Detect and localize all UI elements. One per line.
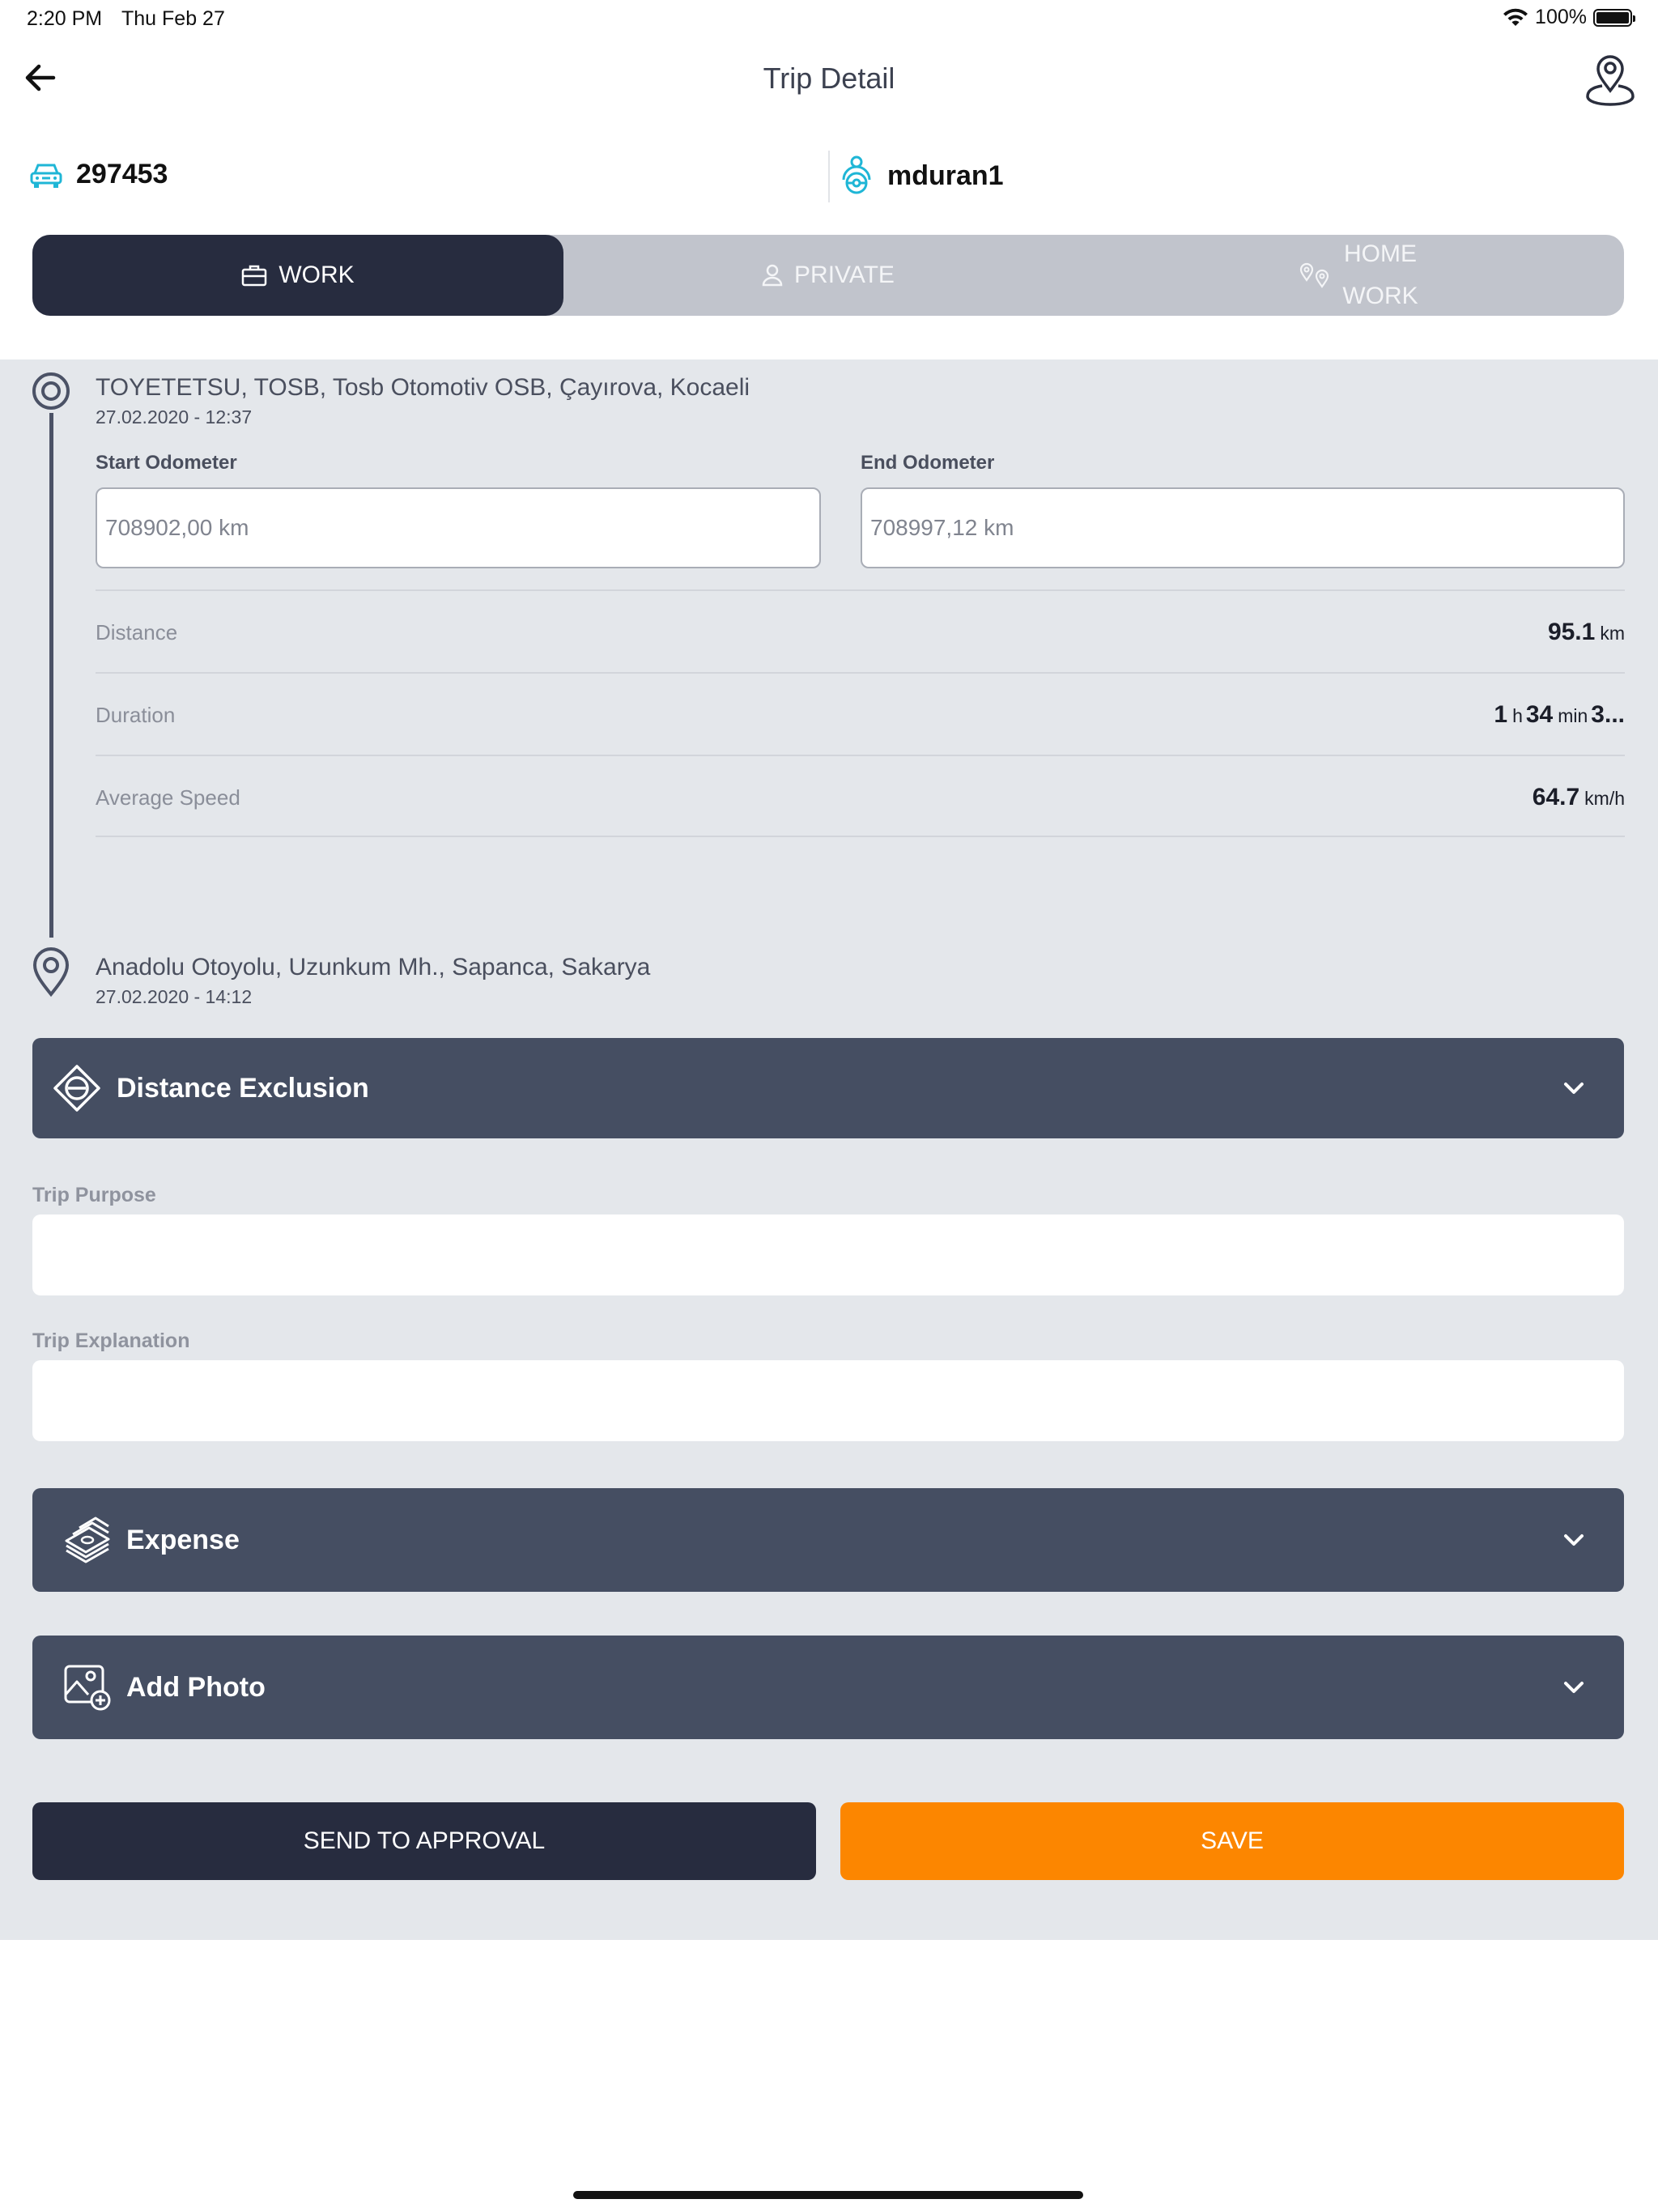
route-timeline [49,413,53,938]
vehicle-info: 297453 [29,159,168,190]
trip-content: TOYETETSU, TOSB, Tosb Otomotiv OSB, Çayı… [0,359,1658,1940]
add-photo-title: Add Photo [126,1671,266,1703]
add-image-icon [63,1664,112,1711]
average-speed-value: 64.7 km/h [1532,784,1625,810]
money-stack-icon [63,1516,112,1563]
distance-label: Distance [96,620,178,644]
status-indicators: 100% [1503,6,1635,29]
trip-explanation-input[interactable] [32,1360,1624,1441]
user-location-icon [1586,55,1635,106]
status-time: 2:20 PM [27,7,103,30]
start-datetime: 27.02.2020 - 12:37 [96,406,253,428]
distance-exclusion-title: Distance Exclusion [117,1072,369,1104]
briefcase-icon [242,265,267,287]
duration-value: 1 h 34 min 3... [1494,701,1625,728]
trip-explanation-label: Trip Explanation [32,1329,190,1352]
battery-icon [1593,8,1635,27]
car-icon [30,164,62,188]
home-indicator [573,2191,1083,2199]
wifi-icon [1503,8,1528,26]
average-speed-label: Average Speed [96,785,240,810]
tab-work[interactable]: WORK [32,235,563,316]
end-address: Anadolu Otoyolu, Uzunkum Mh., Sapanca, S… [96,954,651,981]
expense-section[interactable]: Expense [32,1488,1624,1592]
add-photo-section[interactable]: Add Photo [32,1636,1624,1739]
tab-home-work[interactable]: HOME WORK [1093,235,1624,316]
distance-exclusion-section[interactable]: Distance Exclusion [32,1038,1624,1138]
page-title: Trip Detail [763,62,895,95]
end-odometer-label: End Odometer [861,452,995,474]
distance-row: Distance 95.1 km [96,589,1625,672]
tab-work-label: WORK [278,262,355,288]
exclusion-icon [52,1063,102,1113]
tab-home-label: HOME [1343,240,1417,267]
save-button[interactable]: SAVE [840,1802,1624,1880]
route-pins-icon [1300,262,1329,288]
distance-value: 95.1 km [1547,619,1625,645]
driver-name: mduran1 [887,160,1004,191]
trip-purpose-input[interactable] [32,1214,1624,1295]
battery-percent: 100% [1535,6,1587,28]
end-datetime: 27.02.2020 - 14:12 [96,986,253,1007]
driver-info: mduran1 [839,155,1004,196]
trip-purpose-label: Trip Purpose [32,1184,156,1206]
driver-icon [842,155,871,194]
expense-title: Expense [126,1524,240,1555]
chevron-down-icon [1564,1682,1584,1693]
tab-private[interactable]: PRIVATE [563,235,1093,316]
start-odometer-field[interactable]: 708902,00 km [96,487,821,568]
profile-button[interactable] [1585,53,1635,107]
start-point-icon [32,372,70,410]
status-date: Thu Feb 27 [121,7,225,30]
send-to-approval-button[interactable]: SEND TO APPROVAL [32,1802,816,1880]
chevron-down-icon [1564,1083,1584,1094]
header-divider [828,151,830,202]
duration-row: Duration 1 h 34 min 3... [96,672,1625,755]
tab-home-work-label: WORK [1342,283,1418,309]
average-speed-row: Average Speed 64.7 km/h [96,755,1625,837]
status-bar: 2:20 PM Thu Feb 27 100% [0,0,1658,39]
end-odometer-field[interactable]: 708997,12 km [861,487,1625,568]
trip-type-tabs: WORK PRIVATE HOME WORK [32,235,1624,316]
start-odometer-label: Start Odometer [96,452,237,474]
tab-private-label: PRIVATE [794,262,895,288]
user-icon [762,264,783,287]
duration-label: Duration [96,703,176,727]
start-address: TOYETETSU, TOSB, Tosb Otomotiv OSB, Çayı… [96,374,750,401]
vehicle-plate: 297453 [76,159,168,189]
end-point-icon [32,947,70,998]
chevron-down-icon [1564,1534,1584,1546]
